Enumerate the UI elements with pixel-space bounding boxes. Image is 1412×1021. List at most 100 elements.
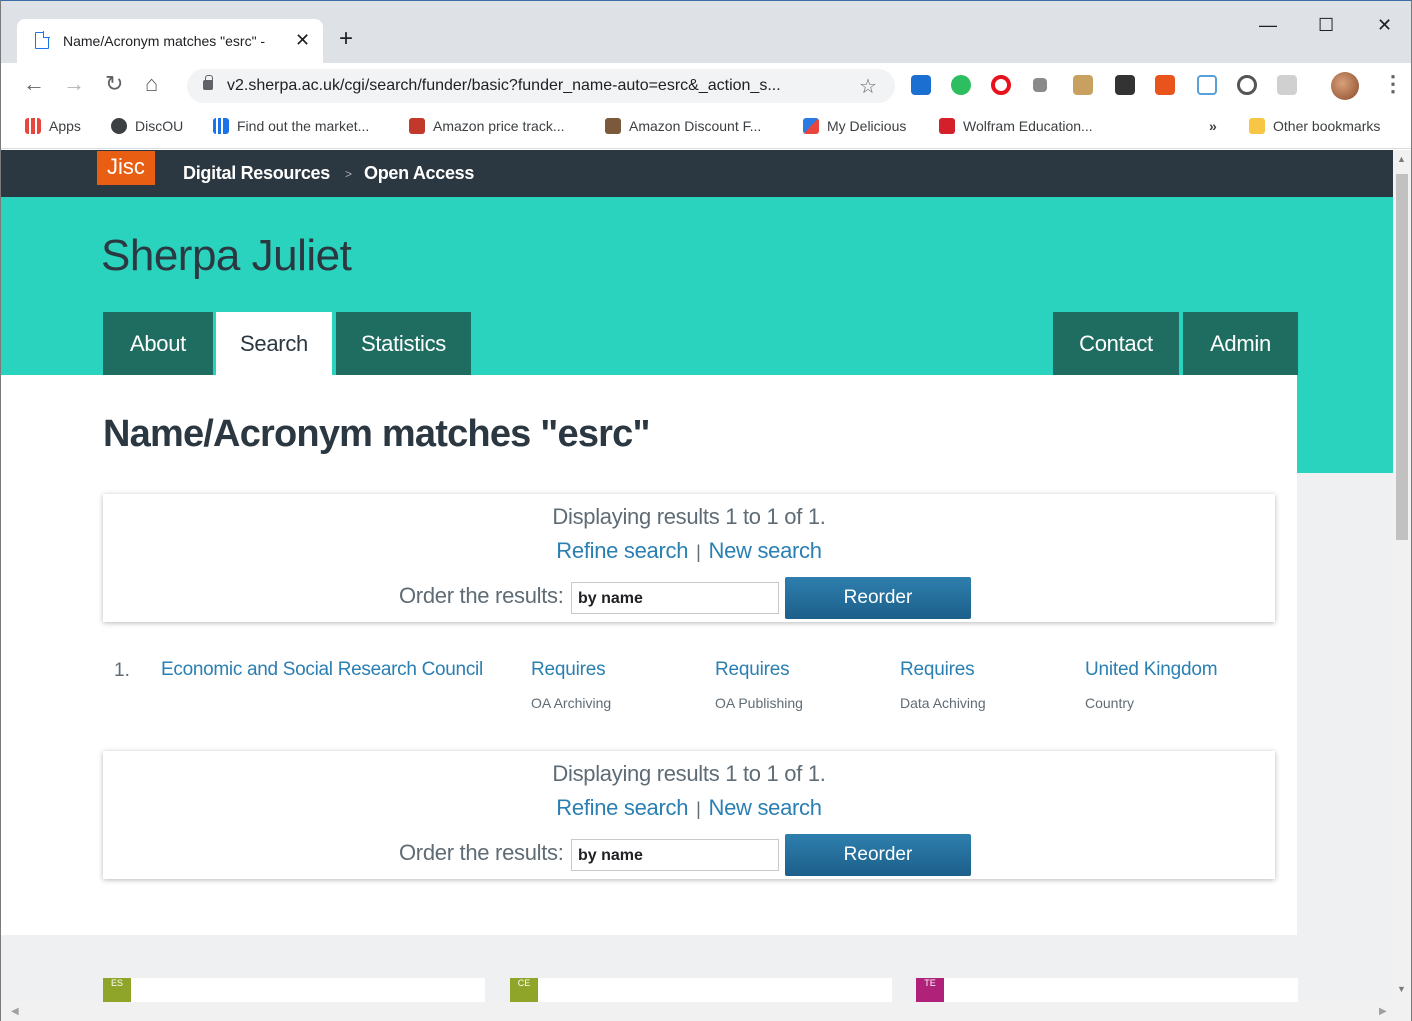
scroll-down-arrow-icon[interactable]: ▼	[1397, 984, 1406, 994]
bookmark-label: My Delicious	[827, 118, 907, 134]
browser-toolbar: ← → ↻ ⌂ v2.sherpa.ac.uk/cgi/search/funde…	[1, 63, 1411, 107]
card-tag: CE	[510, 978, 538, 1002]
profile-avatar[interactable]	[1331, 72, 1359, 100]
reload-icon[interactable]: ↻	[105, 73, 123, 95]
bookmark-star-icon[interactable]: ☆	[859, 74, 877, 99]
bookmark-discou[interactable]: DiscOU	[111, 118, 183, 134]
office-icon[interactable]	[1155, 75, 1175, 95]
browser-tab-active[interactable]: Name/Acronym matches "esrc" - ✕	[17, 19, 323, 63]
bookmark-label: Wolfram Education...	[963, 118, 1093, 134]
new-search-link[interactable]: New search	[709, 538, 822, 563]
extension-paint-icon[interactable]	[1073, 75, 1093, 95]
order-label: Order the results:	[399, 583, 564, 608]
forward-arrow-icon[interactable]: →	[63, 73, 85, 95]
refine-search-link[interactable]: Refine search	[556, 795, 688, 820]
horizontal-scrollbar[interactable]: ◀ ▶	[1, 1002, 1411, 1021]
menu-kebab-icon[interactable]: ⋮	[1382, 73, 1404, 95]
scroll-right-arrow-icon[interactable]: ▶	[1379, 1006, 1387, 1017]
refine-search-link[interactable]: Refine search	[556, 538, 688, 563]
extension-x-icon[interactable]	[1033, 78, 1047, 92]
country-link[interactable]: United Kingdom	[1085, 659, 1218, 681]
oa-publishing-link[interactable]: Requires	[715, 659, 803, 681]
bars-chart-icon	[213, 118, 229, 134]
opera-icon[interactable]	[991, 75, 1011, 95]
search-links: Refine search | New search	[103, 795, 1275, 821]
breadcrumb-open-access[interactable]: Open Access	[364, 163, 474, 184]
disc-icon	[111, 118, 127, 134]
extension-v-icon[interactable]	[911, 75, 931, 95]
link-separator: |	[696, 799, 701, 819]
bookmark-apps[interactable]: Apps	[25, 118, 81, 134]
jisc-logo[interactable]: Jisc	[97, 151, 155, 185]
close-window-button[interactable]: ✕	[1377, 15, 1392, 36]
site-title[interactable]: Sherpa Juliet	[101, 231, 352, 281]
bookmarks-bar: Apps DiscOU Find out the market... Amazo…	[1, 107, 1411, 149]
main-content: Name/Acronym matches "esrc" Displaying r…	[1, 375, 1297, 935]
browser-window: Name/Acronym matches "esrc" - ✕ + — ☐ ✕ …	[0, 0, 1412, 1021]
tab-admin[interactable]: Admin	[1183, 312, 1298, 375]
tab-strip: Name/Acronym matches "esrc" - ✕ + — ☐ ✕	[1, 1, 1411, 63]
wolfram-icon	[939, 118, 955, 134]
bookmark-label: Amazon price track...	[433, 118, 565, 134]
bookmark-label: Other bookmarks	[1273, 118, 1381, 134]
reorder-button[interactable]: Reorder	[785, 834, 971, 876]
tab-about[interactable]: About	[103, 312, 213, 375]
address-bar[interactable]: v2.sherpa.ac.uk/cgi/search/funder/basic?…	[187, 69, 895, 103]
oa-archiving-link[interactable]: Requires	[531, 659, 611, 681]
oa-publishing-label: OA Publishing	[715, 695, 803, 711]
bookmark-market[interactable]: Find out the market...	[213, 118, 369, 134]
data-archiving-link[interactable]: Requires	[900, 659, 986, 681]
country-column: United Kingdom Country	[1085, 659, 1218, 711]
search-links: Refine search | New search	[103, 538, 1275, 564]
country-label: Country	[1085, 695, 1135, 711]
scrollbar-thumb[interactable]	[1396, 174, 1408, 540]
url-text[interactable]: v2.sherpa.ac.uk/cgi/search/funder/basic?…	[227, 77, 847, 95]
results-panel-top: Displaying results 1 to 1 of 1. Refine s…	[103, 494, 1275, 622]
tab-contact[interactable]: Contact	[1053, 312, 1179, 375]
extension-circle-icon[interactable]	[1237, 75, 1257, 95]
new-search-link[interactable]: New search	[709, 795, 822, 820]
lock-icon	[203, 75, 213, 90]
minimize-button[interactable]: —	[1259, 15, 1277, 36]
tab-search[interactable]: Search	[216, 312, 332, 375]
delicious-icon	[803, 118, 819, 134]
results-panel-bottom: Displaying results 1 to 1 of 1. Refine s…	[103, 751, 1275, 879]
oa-archiving-label: OA Archiving	[531, 695, 612, 711]
scroll-up-arrow-icon[interactable]: ▲	[1397, 154, 1406, 164]
hero-extension	[1297, 375, 1393, 473]
evernote-icon[interactable]	[951, 75, 971, 95]
tab-statistics[interactable]: Statistics	[336, 312, 471, 375]
order-select[interactable]: by name	[571, 582, 779, 614]
bookmark-amazon-price[interactable]: Amazon price track...	[409, 118, 565, 134]
back-arrow-icon[interactable]: ←	[23, 73, 45, 95]
close-tab-icon[interactable]: ✕	[295, 30, 310, 51]
scroll-left-arrow-icon[interactable]: ◀	[11, 1006, 19, 1017]
camel-icon	[409, 118, 425, 134]
bookmark-delicious[interactable]: My Delicious	[803, 118, 906, 134]
bookmark-amazon-discount[interactable]: Amazon Discount F...	[605, 118, 761, 134]
bookmark-wolfram[interactable]: Wolfram Education...	[939, 118, 1093, 134]
bookmark-other[interactable]: Other bookmarks	[1249, 118, 1380, 134]
reorder-button[interactable]: Reorder	[785, 577, 971, 619]
order-select[interactable]: by name	[571, 839, 779, 871]
page-title: Name/Acronym matches "esrc"	[103, 413, 651, 455]
footer-area: ES CE TE	[1, 935, 1298, 1002]
extension-m-icon[interactable]	[1115, 75, 1135, 95]
bookmark-label: Find out the market...	[237, 118, 370, 134]
vertical-scrollbar[interactable]: ▲ ▼	[1393, 150, 1411, 1002]
footer-card: TE	[916, 978, 1298, 1002]
extension-r-icon[interactable]	[1277, 75, 1297, 95]
jisc-header-bar: Jisc Digital Resources > Open Access	[1, 150, 1393, 197]
home-icon[interactable]: ⌂	[145, 73, 158, 95]
footer-card: ES	[103, 978, 485, 1002]
card-tag: TE	[916, 978, 944, 1002]
bookmarks-overflow-button[interactable]: »	[1209, 118, 1217, 134]
results-count: Displaying results 1 to 1 of 1.	[552, 504, 826, 529]
breadcrumb-digital-resources[interactable]: Digital Resources	[183, 163, 330, 184]
maximize-button[interactable]: ☐	[1318, 15, 1334, 36]
oa-archiving-column: Requires OA Archiving	[531, 659, 611, 711]
new-tab-button[interactable]: +	[339, 27, 353, 51]
bookmark-label: Apps	[49, 118, 81, 134]
extension-a-icon[interactable]	[1197, 75, 1217, 95]
funder-name-link[interactable]: Economic and Social Research Council	[161, 659, 483, 681]
